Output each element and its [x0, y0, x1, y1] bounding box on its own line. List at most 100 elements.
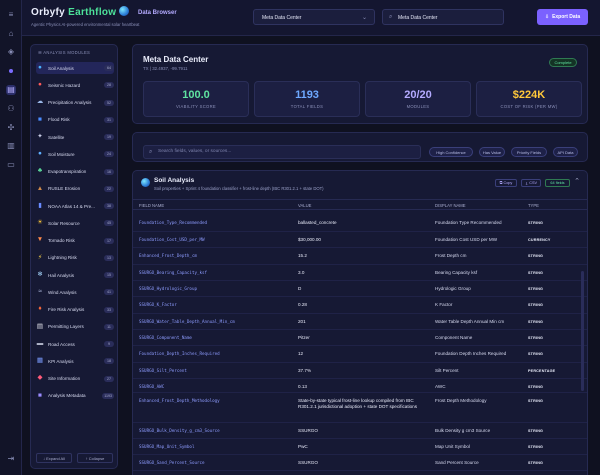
type-cell: STRING	[528, 445, 544, 449]
table-row[interactable]: Foundation_Depth_Inches_Required 12 Founda…	[133, 346, 587, 363]
sidebar-item[interactable]: ≈ Wind Analysis 41	[36, 286, 114, 298]
collapse-button[interactable]: ↑ Collapse	[77, 453, 113, 463]
sidebar-item[interactable]: ♦ Fire Risk Analysis 33	[36, 304, 114, 316]
display-name-cell: AWC	[435, 384, 446, 389]
csv-button[interactable]: ⇩ CSV	[521, 179, 541, 187]
field-name-cell: SSURGO_AWC	[139, 384, 165, 389]
sidebar-item[interactable]: ▬ Road Access 9	[36, 338, 114, 350]
column-type[interactable]: TYPE	[528, 203, 539, 208]
sidebar-item[interactable]: ● Seismic Hazard 28	[36, 79, 114, 91]
table-row[interactable]: Foundation_Type_Recommended ballasted_con…	[133, 215, 587, 232]
sidebar-item[interactable]: ◆ Site Information 27	[36, 373, 114, 385]
sidebar-item[interactable]: ▲ RUSLE Erosion 22	[36, 183, 114, 195]
chevron-down-icon: ⌄	[361, 15, 367, 21]
sidebar-item[interactable]: ☁ Precipitation Analysis 52	[36, 97, 114, 109]
value-cell: SSURGO	[298, 460, 318, 465]
sidebar-item[interactable]: ▮ NOAA Atlas 14 & Pre... 38	[36, 200, 114, 212]
sidebar-item[interactable]: ❄ Hail Analysis 15	[36, 269, 114, 281]
sidebar-item-count: 45	[104, 220, 114, 227]
database-icon[interactable]: ▤	[6, 85, 16, 95]
filter-has-value[interactable]: Has Value	[479, 147, 505, 157]
table-row[interactable]: SSURGO_Bulk_Density_g_cm3_Source SSURGO Bu…	[133, 423, 587, 439]
field-name-cell: Foundation_Depth_Inches_Required	[139, 351, 220, 356]
filter-high-confidence[interactable]: High Confidence	[429, 147, 473, 157]
menu-icon[interactable]: ≡	[6, 10, 16, 20]
table-row[interactable]: SSURGO_Map_Unit_Symbol PwC Map Unit Symbol…	[133, 439, 587, 455]
table-row[interactable]: SSURGO_Component_Name Pitzer Component Nam…	[133, 330, 587, 346]
sidebar-item-label: Fire Risk Analysis	[48, 307, 85, 312]
sidebar-item-label: Analysis Metadata	[48, 393, 86, 399]
chat-icon[interactable]: ▭	[6, 160, 16, 170]
sidebar-item-count: 41	[104, 289, 114, 296]
chart-icon: ▮	[38, 201, 42, 209]
sidebar-item[interactable]: ♣ Evapotranspiration 16	[36, 166, 114, 178]
sidebar-item[interactable]: ✦ Satellite 19	[36, 131, 114, 143]
table-row[interactable]: Enhanced_Frost_Depth_Methodology State-by…	[133, 393, 587, 423]
pin-icon: ◆	[37, 374, 43, 382]
value-cell: Pitzer	[298, 335, 310, 340]
scrollbar[interactable]	[581, 271, 584, 391]
stat-card: 100.0 VIABILITY SCORE	[143, 81, 249, 117]
transfer-icon[interactable]: ✣	[6, 123, 16, 133]
table-row[interactable]: SSURGO_Hydrologic_Group D Hydrologic Group…	[133, 281, 587, 297]
map-icon[interactable]: ▥	[6, 141, 16, 151]
value-cell: D	[298, 286, 302, 291]
sidebar-item[interactable]: ■ Flood Risk 31	[36, 114, 114, 126]
sidebar-item[interactable]: ☀ Solar Resource 45	[36, 217, 114, 229]
table-row[interactable]: SSURGO_Map_Unit_NamePitzer-Weymouth comp…	[133, 471, 587, 475]
column-field-name[interactable]: FIELD NAME	[139, 203, 164, 208]
column-display-name[interactable]: DISPLAY NAME	[435, 203, 466, 208]
site-search-input[interactable]: ⌕ Meta Data Center	[382, 9, 504, 25]
table-row[interactable]: SSURGO_AWC 0.13 AWC STRING	[133, 379, 587, 393]
sidebar-item-count: 9	[104, 341, 114, 347]
field-search-input[interactable]: ⌕ Search fields, values, or sources...	[143, 145, 421, 159]
sidebar-item[interactable]: ▤ Permitting Layers 11	[36, 321, 114, 333]
kpi-chart-icon: ▦	[36, 357, 44, 364]
table-row[interactable]: SSURGO_Bearing_Capacity_ksf 3.0 Bearing Ca…	[133, 265, 587, 281]
filter-api-data[interactable]: API Data	[553, 147, 578, 157]
table-row[interactable]: SSURGO_Silt_Percent 37.7% Silt Percent PERC…	[133, 363, 587, 379]
stat-value: 100.0	[182, 89, 210, 101]
sidebar-item-count: 64	[104, 65, 114, 71]
sidebar-item-count: 1193	[102, 392, 114, 399]
sidebar-item-label: Tornado Risk	[48, 238, 75, 243]
sidebar-item[interactable]: ■ Analysis Metadata 1193	[36, 390, 114, 402]
hail-icon: ❄	[37, 270, 43, 278]
expand-all-button[interactable]: ↓ Expand All	[36, 453, 72, 463]
type-cell: PERCENTAGE	[528, 369, 556, 373]
dataset-select[interactable]: Meta Data Center ⌄	[253, 9, 375, 25]
stat-label: VIABILITY SCORE	[175, 104, 217, 109]
value-cell: SSURGO	[298, 428, 318, 433]
value-cell: 3.0	[298, 270, 305, 275]
sidebar-item[interactable]: ▼ Tornado Risk 17	[36, 235, 114, 247]
table-row[interactable]: Foundation_Cost_USD_per_MW $30,000.00 Foun…	[133, 232, 587, 248]
section-title: Soil Analysis	[154, 177, 195, 184]
site-title: Meta Data Center	[143, 55, 209, 64]
logout-icon[interactable]: ⇥	[6, 454, 16, 464]
value-cell: 15.2	[298, 253, 307, 258]
copy-button[interactable]: ⧉ Copy	[495, 179, 517, 187]
sun-icon: ☀	[37, 219, 43, 226]
sidebar-item-label: KPI Analysis	[48, 358, 74, 364]
display-name-cell: Water Table Depth Annual Min cm	[435, 319, 505, 324]
table-row[interactable]: SSURGO_Water_Table_Depth_Annual_Min_cm 20…	[133, 314, 587, 330]
sidebar-item[interactable]: ⚡ Lightning Risk 13	[36, 252, 114, 264]
sidebar-item[interactable]: ● Soil Moisture 24	[36, 148, 114, 160]
layers-icon[interactable]: ◈	[6, 47, 16, 57]
column-value[interactable]: VALUE	[298, 203, 311, 208]
tagline: Agentic Physics AI-powered environmental…	[31, 22, 140, 27]
chevron-up-icon[interactable]: ⌃	[574, 177, 580, 185]
export-data-button[interactable]: ⇩ Export Data	[537, 9, 588, 25]
people-icon[interactable]: ⚇	[6, 104, 16, 114]
value-cell: 0.28	[298, 302, 307, 307]
table-row[interactable]: SSURGO_Sand_Percent_Source SSURGO Sand Per…	[133, 455, 587, 471]
sidebar-item[interactable]: ▦ KPI Analysis 18	[36, 355, 114, 367]
sidebar-item[interactable]: ● Soil Analysis 64	[36, 62, 114, 74]
table-row[interactable]: SSURGO_K_Factor 0.28 K Factor STRING	[133, 297, 587, 314]
page-title: Data Browser	[138, 10, 177, 16]
document-icon: ▤	[36, 322, 44, 330]
table-row[interactable]: Enhanced_Frost_Depth_cm 15.2 Frost Depth c…	[133, 248, 587, 265]
home-icon[interactable]: ⌂	[6, 29, 16, 39]
satellite-icon: ✦	[37, 132, 43, 140]
filter-priority-fields[interactable]: Priority Fields	[511, 147, 547, 157]
